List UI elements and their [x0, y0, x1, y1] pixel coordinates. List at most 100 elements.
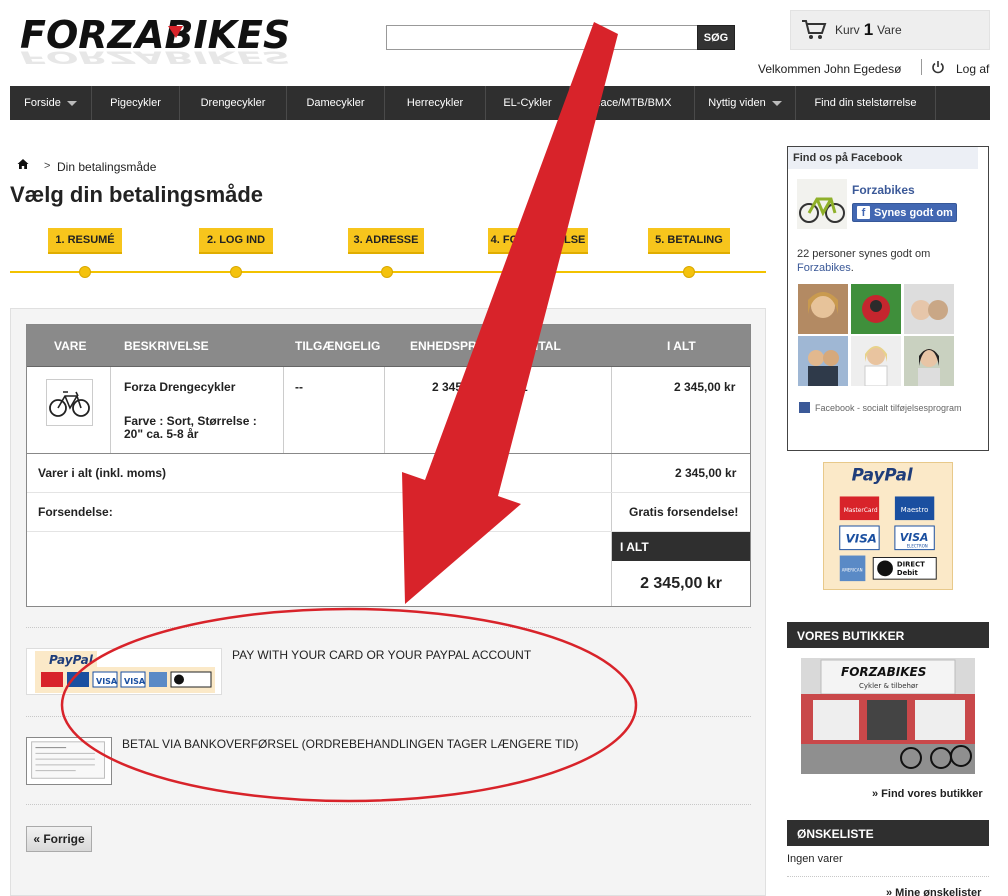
product-attributes: Farve : Sort, Størrelse : [124, 414, 257, 428]
header-divider [921, 59, 922, 75]
nav-item-pigecykler[interactable]: Pigecykler [92, 86, 180, 120]
step-dot [79, 266, 91, 278]
fan-avatar[interactable] [904, 284, 954, 334]
svg-text:VISA: VISA [900, 531, 929, 544]
paypal-option-logo[interactable]: PayPal VISA VISA [26, 648, 222, 695]
column-divider [110, 367, 111, 453]
nav-label: Race/MTB/BMX [592, 97, 672, 109]
shops-title: VORES BUTIKKER [787, 622, 989, 648]
product-line-total: 2 345,00 kr [674, 380, 736, 394]
product-attributes-size: 20" ca. 5-8 år [124, 427, 199, 441]
row-divider [27, 492, 750, 493]
nav-label: Find din stelstørrelse [814, 97, 917, 109]
facebook-page-name[interactable]: Forzabikes [852, 183, 915, 197]
nav-item-nyttig-viden[interactable]: Nyttig viden [695, 86, 796, 120]
nav-label: EL-Cykler [503, 97, 552, 109]
product-unit-price: 2 345,00 kr [432, 380, 494, 394]
svg-text:PayPal: PayPal [49, 653, 94, 667]
bank-transfer-label[interactable]: BETAL VIA BANKOVERFØRSEL (ORDREBEHANDLIN… [122, 737, 578, 751]
nav-item-damecykler[interactable]: Damecykler [287, 86, 385, 120]
site-logo[interactable]: FORZABIKES FORZABIKES [18, 12, 378, 70]
column-divider [384, 367, 385, 453]
breadcrumb-current: Din betalingsmåde [57, 160, 157, 174]
shop-photo[interactable]: FORZABIKES Cykler & tilbehør [801, 658, 975, 774]
step-adresse[interactable]: 3. ADRESSE [348, 228, 424, 254]
fan-avatar[interactable] [851, 284, 901, 334]
nav-item-herrecykler[interactable]: Herrecykler [385, 86, 486, 120]
bank-transfer-thumbnail[interactable] [26, 737, 112, 785]
step-log-ind[interactable]: 2. LOG IND [199, 228, 273, 254]
cart-unit-label: Vare [877, 23, 902, 37]
product-availability: -- [295, 380, 303, 394]
previous-button[interactable]: « Forrige [26, 826, 92, 852]
facebook-widget-title: Find os på Facebook [788, 147, 978, 169]
cart-icon [802, 20, 827, 39]
find-shops-link[interactable]: » Find vores butikker [872, 788, 983, 800]
nav-label: Pigecykler [110, 97, 161, 109]
main-nav: Forside Pigecykler Drengecykler Damecykl… [10, 86, 990, 120]
step-resume[interactable]: 1. RESUMÉ [48, 228, 122, 254]
nav-item-forside[interactable]: Forside [10, 86, 92, 120]
nav-label: Herrecykler [406, 97, 464, 109]
product-name[interactable]: Forza Drengecykler [124, 380, 235, 394]
facebook-icon: f [857, 206, 870, 219]
facebook-page-avatar[interactable] [797, 179, 847, 229]
welcome-message: Velkommen John Egedesø [758, 62, 902, 76]
svg-text:AMERICAN: AMERICAN [842, 567, 863, 572]
facebook-widget-footer[interactable]: Facebook - socialt tilføjelsesprogram [799, 402, 962, 413]
svg-text:MasterCard: MasterCard [844, 508, 878, 514]
product-thumbnail[interactable] [46, 379, 93, 426]
logout-link[interactable]: Log af [956, 62, 989, 76]
th-enhedspris: ENHEDSPRIS [410, 339, 489, 353]
step-dot [381, 266, 393, 278]
th-tilgaengelig: TILGÆNGELIG [295, 339, 381, 353]
nav-item-el-cykler[interactable]: EL-Cykler [486, 86, 570, 120]
bicycle-icon [49, 391, 90, 417]
nav-item-stelstorrelse[interactable]: Find din stelstørrelse [796, 86, 936, 120]
svg-text:PayPal: PayPal [852, 465, 913, 485]
th-vare: VARE [54, 339, 87, 353]
power-icon[interactable] [931, 60, 945, 74]
separator [26, 716, 751, 717]
nav-label: Drengecykler [200, 97, 266, 109]
step-dot [683, 266, 695, 278]
facebook-count-link[interactable]: Forzabikes [797, 262, 851, 274]
cart-count: 1 [863, 20, 874, 39]
separator [26, 627, 751, 628]
search-button[interactable]: SØG [697, 25, 735, 50]
facebook-like-button[interactable]: f Synes godt om [852, 203, 957, 222]
logo-graphic: FORZABIKES FORZABIKES [20, 13, 290, 67]
my-wishlists-link[interactable]: » Mine ønskelister [886, 887, 981, 896]
column-divider [283, 367, 284, 453]
svg-text:VISA: VISA [124, 677, 146, 686]
paypal-option-label[interactable]: PAY WITH YOUR CARD OR YOUR PAYPAL ACCOUN… [232, 648, 531, 662]
facebook-count-text: 22 personer synes godt om [797, 248, 931, 260]
chevron-down-icon [66, 100, 77, 106]
column-divider [508, 367, 509, 453]
th-i-alt: I ALT [667, 339, 696, 353]
fan-avatar[interactable] [798, 336, 848, 386]
fan-avatar[interactable] [851, 336, 901, 386]
paypal-cards-graphic: PayPal VISA VISA [35, 651, 215, 693]
grand-total-value: 2 345,00 kr [640, 574, 722, 592]
nav-item-race-mtb-bmx[interactable]: Race/MTB/BMX [570, 86, 695, 120]
fan-avatar[interactable] [904, 336, 954, 386]
step-betaling: 5. BETALING [648, 228, 730, 254]
nav-item-drengecykler[interactable]: Drengecykler [180, 86, 287, 120]
paypal-cards-graphic: PayPal MasterCard Maestro VISA VISA ELEC… [839, 465, 937, 582]
shipping-value: Gratis forsendelse! [629, 505, 739, 519]
nav-label: Nyttig viden [708, 97, 766, 109]
step-dot [532, 266, 544, 278]
th-beskrivelse: BESKRIVELSE [124, 339, 209, 353]
facebook-like-count: 22 personer synes godt om Forzabikes. [797, 248, 931, 274]
bank-form-graphic [31, 741, 105, 779]
home-icon[interactable] [17, 158, 29, 170]
search-input[interactable] [386, 25, 698, 50]
fan-avatar[interactable] [798, 284, 848, 334]
facebook-like-label: Synes godt om [874, 206, 953, 219]
subtotal-value: 2 345,00 kr [675, 466, 737, 480]
step-forsendelse[interactable]: 4. FORSENDELSE [488, 228, 588, 254]
facebook-footer-text: Facebook - socialt tilføjelsesprogram [815, 402, 962, 413]
cart-summary[interactable]: Kurv 1 Vare [790, 10, 990, 50]
svg-text:Debit: Debit [897, 569, 919, 577]
